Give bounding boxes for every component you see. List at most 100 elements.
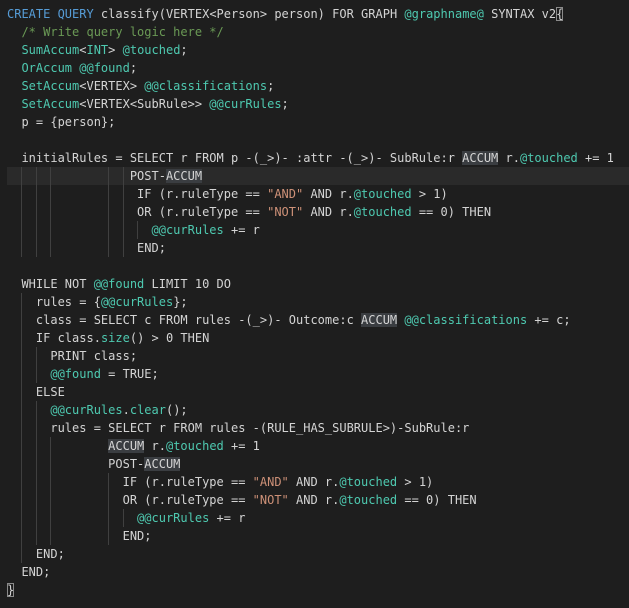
indent-guide [108, 527, 110, 545]
indent-guide [50, 473, 52, 491]
code-line[interactable]: END; [7, 545, 629, 563]
code-line[interactable] [7, 131, 629, 149]
code-line[interactable]: END; [7, 563, 629, 581]
code-token: AND r. [303, 205, 354, 219]
indent-guide [108, 185, 110, 203]
indent-guide [122, 509, 124, 527]
code-token: . [122, 403, 130, 417]
code-line[interactable] [7, 257, 629, 275]
code-line[interactable]: SetAccum<VERTEX> @@classifications; [7, 77, 629, 95]
code-line[interactable]: OR (r.ruleType == "NOT" AND r.@touched =… [7, 491, 629, 509]
code-line[interactable]: rules = {@@curRules}; [7, 293, 629, 311]
code-token: += 1 [577, 151, 614, 165]
code-line[interactable]: rules = SELECT r FROM rules -(RULE_HAS_S… [7, 419, 629, 437]
code-line[interactable]: IF class.size() > 0 THEN [7, 329, 629, 347]
code-line[interactable]: initialRules = SELECT r FROM p -(_>)- :a… [7, 149, 629, 167]
code-line[interactable]: END; [7, 527, 629, 545]
code-line[interactable]: ACCUM r.@touched += 1 [7, 437, 629, 455]
indent-guide [35, 239, 37, 257]
code-token: ; [267, 79, 275, 93]
code-token: ; [180, 43, 188, 57]
code-token: AND r. [288, 475, 340, 489]
code-line[interactable]: @@curRules += r [7, 221, 629, 239]
indent-guide [21, 167, 23, 185]
code-line[interactable]: END; [7, 239, 629, 257]
code-token: OR (r.ruleType == [122, 493, 253, 507]
code-editor[interactable]: CREATE QUERY classify(VERTEX<Person> per… [0, 0, 629, 608]
code-line[interactable]: OR (r.ruleType == "NOT" AND r.@touched =… [7, 203, 629, 221]
code-token: rules = { [35, 295, 101, 309]
code-token: rules = SELECT r FROM rules -(RULE_HAS_S… [50, 421, 470, 435]
indent-guide [21, 545, 23, 563]
code-line[interactable]: IF (r.ruleType == "AND" AND r.@touched >… [7, 185, 629, 203]
code-token: += 1 [223, 439, 260, 453]
code-token: @@found [79, 61, 130, 75]
code-line[interactable]: @@curRules.clear(); [7, 401, 629, 419]
indent-guide [50, 203, 52, 221]
indent-guide [21, 455, 23, 473]
indent-guide [35, 473, 37, 491]
indent-guide [50, 491, 52, 509]
indent-guide [35, 203, 37, 221]
code-line[interactable]: POST-ACCUM [7, 167, 629, 185]
indent-guide [21, 401, 23, 419]
code-token: <VERTEX<SubRule>> [79, 97, 210, 111]
code-line[interactable]: } [7, 581, 629, 599]
code-line[interactable]: class = SELECT c FROM rules -(_>)- Outco… [7, 311, 629, 329]
code-line[interactable]: @@curRules += r [7, 509, 629, 527]
code-token: AND r. [288, 493, 340, 507]
code-token: IF (r.ruleType == [122, 475, 253, 489]
code-token: END; [137, 241, 166, 255]
code-token: "NOT" [252, 493, 289, 507]
code-token: @@found [93, 277, 145, 291]
code-line[interactable]: POST-ACCUM [7, 455, 629, 473]
indent-guide [50, 437, 52, 455]
code-line[interactable]: IF (r.ruleType == "AND" AND r.@touched >… [7, 473, 629, 491]
indent-guide [108, 509, 110, 527]
code-token: ELSE [35, 385, 65, 399]
code-line[interactable]: PRINT class; [7, 347, 629, 365]
code-token: @@classifications [404, 313, 528, 327]
code-line[interactable]: @@found = TRUE; [7, 365, 629, 383]
code-line[interactable]: WHILE NOT @@found LIMIT 10 DO [7, 275, 629, 293]
code-line[interactable]: CREATE QUERY classify(VERTEX<Person> per… [7, 5, 629, 23]
indent-guide [50, 455, 52, 473]
code-token: SetAccum [21, 79, 80, 93]
code-token: FOR GRAPH [332, 7, 405, 21]
code-token: WHILE NOT [21, 277, 94, 291]
code-token: += c; [527, 313, 571, 327]
code-token: POST- [129, 169, 166, 183]
code-token: END; [35, 547, 65, 561]
code-token: @graphname@ [404, 7, 484, 21]
indent-guide [50, 239, 52, 257]
code-token: ACCUM [361, 313, 398, 327]
code-token: IF (r.ruleType == [137, 187, 268, 201]
indent-guide [35, 365, 37, 383]
code-line[interactable]: /* Write query logic here */ [7, 23, 629, 41]
code-token: CREATE QUERY [7, 7, 101, 21]
code-token: <Person> person) [209, 7, 333, 21]
code-token: SetAccum [21, 97, 80, 111]
code-line[interactable]: SumAccum<INT> @touched; [7, 41, 629, 59]
code-token: @@curRules [151, 223, 224, 237]
code-token: "NOT" [267, 205, 304, 219]
indent-guide [108, 473, 110, 491]
indent-guide [21, 221, 23, 239]
code-line[interactable]: OrAccum @@found; [7, 59, 629, 77]
code-token: ACCUM [462, 151, 499, 165]
code-line[interactable]: SetAccum<VERTEX<SubRule>> @@curRules; [7, 95, 629, 113]
code-token: @touched [165, 439, 224, 453]
code-token: END; [21, 565, 51, 579]
code-token: == 0) THEN [397, 493, 477, 507]
code-token: r. [498, 151, 520, 165]
code-token: = TRUE; [100, 367, 159, 381]
code-line[interactable]: p = {person}; [7, 113, 629, 131]
code-line[interactable]: ELSE [7, 383, 629, 401]
